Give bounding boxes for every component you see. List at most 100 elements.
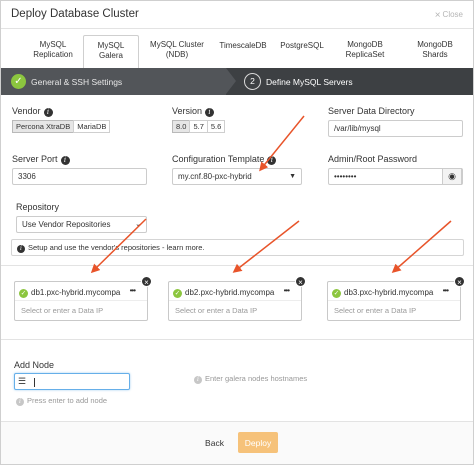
tab-mysql-replication[interactable]: MySQL Replication bbox=[23, 35, 83, 67]
check-icon: ✓ bbox=[173, 289, 182, 298]
repository-note-text[interactable]: Setup and use the vendor's repositories … bbox=[28, 243, 205, 252]
tab-mongodb-shards[interactable]: MongoDB Shards bbox=[409, 35, 461, 67]
close-icon: × bbox=[434, 10, 441, 21]
step-separator bbox=[226, 68, 236, 94]
config-template-select[interactable]: my.cnf.80-pxc-hybrid ▼ bbox=[172, 168, 302, 185]
database-tabs: MySQL Replication MySQL Galera MySQL Clu… bbox=[1, 35, 473, 69]
data-directory-label: Server Data Directory bbox=[328, 106, 415, 116]
version-label: Version i bbox=[172, 106, 215, 117]
info-icon[interactable]: i bbox=[267, 156, 277, 165]
add-node-hint-text: Press enter to add node bbox=[27, 396, 108, 405]
more-icon[interactable]: ••• bbox=[284, 286, 290, 295]
divider bbox=[328, 300, 460, 301]
tab-mongodb-replicaset[interactable]: MongoDB ReplicaSet bbox=[337, 35, 393, 67]
node-hostname: db2.pxc-hybrid.mycompa bbox=[185, 288, 275, 297]
version-option-56[interactable]: 5.6 bbox=[206, 120, 226, 133]
node-card-3: ✓ db3.pxc-hybrid.mycompa ••• Select or e… bbox=[327, 276, 465, 321]
text-caret bbox=[34, 378, 35, 387]
close-label: Close bbox=[442, 10, 463, 19]
tab-label: Shards bbox=[422, 50, 448, 59]
wizard-steps: ✓ General & SSH Settings 2 Define MySQL … bbox=[1, 68, 473, 95]
deploy-dialog: Deploy Database Cluster × Close MySQL Rep… bbox=[0, 0, 474, 465]
close-button[interactable]: × Close bbox=[435, 10, 463, 21]
more-icon[interactable]: ••• bbox=[130, 286, 136, 295]
version-option-80[interactable]: 8.0 bbox=[172, 120, 191, 133]
eye-icon[interactable]: ◉ bbox=[442, 168, 462, 185]
version-label-text: Version bbox=[172, 106, 203, 116]
dialog-footer: Back Deploy bbox=[1, 421, 473, 464]
add-node-label: Add Node bbox=[14, 360, 55, 370]
config-template-value: my.cnf.80-pxc-hybrid bbox=[178, 172, 252, 181]
tab-mysql-galera[interactable]: MySQL Galera bbox=[83, 35, 139, 69]
check-icon: ✓ bbox=[11, 74, 26, 89]
server-port-label: Server Port i bbox=[12, 154, 70, 165]
repository-select[interactable]: Use Vendor Repositories ⌄ bbox=[16, 216, 147, 233]
info-icon[interactable]: i bbox=[205, 108, 215, 117]
check-icon: ✓ bbox=[332, 289, 341, 298]
tab-label: MySQL bbox=[39, 40, 67, 49]
tab-label: (NDB) bbox=[165, 50, 189, 59]
repository-note: i Setup and use the vendor's repositories… bbox=[11, 239, 464, 256]
repository-value: Use Vendor Repositories bbox=[22, 220, 111, 229]
repository-label: Repository bbox=[16, 202, 60, 212]
vendor-selector: Percona XtraDB MariaDB bbox=[12, 120, 111, 133]
check-icon: ✓ bbox=[19, 289, 28, 298]
step-number: 2 bbox=[244, 73, 261, 90]
config-template-label: Configuration Template i bbox=[172, 154, 277, 165]
data-ip-input[interactable]: Select or enter a Data IP bbox=[21, 306, 103, 315]
tab-label: TimescaleDB bbox=[219, 41, 267, 50]
step-general-label: General & SSH Settings bbox=[31, 77, 123, 87]
deploy-button[interactable]: Deploy bbox=[238, 432, 278, 453]
info-icon[interactable]: i bbox=[43, 108, 53, 117]
server-port-label-text: Server Port bbox=[12, 154, 58, 164]
config-template-label-text: Configuration Template bbox=[172, 154, 265, 164]
version-option-57[interactable]: 5.7 bbox=[189, 120, 208, 133]
info-icon[interactable]: i bbox=[60, 156, 70, 165]
divider bbox=[15, 300, 147, 301]
divider bbox=[169, 300, 301, 301]
node-card-1: ✓ db1.pxc-hybrid.mycompa ••• Select or e… bbox=[14, 276, 152, 321]
tab-mysql-cluster[interactable]: MySQL Cluster (NDB) bbox=[144, 35, 210, 67]
vendor-option-percona[interactable]: Percona XtraDB bbox=[12, 120, 75, 133]
galera-hint: i Enter galera nodes hostnames bbox=[194, 374, 307, 384]
list-icon: ☰ bbox=[18, 376, 27, 386]
data-ip-input[interactable]: Select or enter a Data IP bbox=[334, 306, 416, 315]
admin-password-input[interactable]: •••••••• ◉ bbox=[328, 168, 463, 185]
info-icon: i bbox=[17, 245, 25, 253]
divider bbox=[1, 265, 473, 266]
server-port-input[interactable]: 3306 bbox=[12, 168, 147, 185]
add-node-input[interactable]: ☰ bbox=[14, 373, 130, 390]
password-value: •••••••• bbox=[334, 172, 357, 181]
more-icon[interactable]: ••• bbox=[443, 286, 449, 295]
galera-hint-text: Enter galera nodes hostnames bbox=[205, 374, 308, 383]
dialog-title: Deploy Database Cluster bbox=[11, 8, 139, 20]
data-ip-input[interactable]: Select or enter a Data IP bbox=[175, 306, 257, 315]
chevron-down-icon: ⌄ bbox=[135, 221, 141, 228]
node-hostname: db1.pxc-hybrid.mycompa bbox=[31, 288, 121, 297]
tab-label: Galera bbox=[98, 51, 123, 60]
node-hostname: db3.pxc-hybrid.mycompa bbox=[344, 288, 434, 297]
chevron-down-icon: ▼ bbox=[289, 173, 296, 180]
tab-postgresql[interactable]: PostgreSQL bbox=[275, 35, 329, 67]
add-node-hint: i Press enter to add node bbox=[16, 396, 107, 406]
tab-label: MongoDB bbox=[417, 40, 453, 49]
back-button[interactable]: Back bbox=[202, 433, 227, 453]
tab-label: PostgreSQL bbox=[280, 41, 324, 50]
admin-password-label: Admin/Root Password bbox=[328, 154, 418, 164]
remove-icon[interactable]: × bbox=[141, 276, 152, 287]
info-icon: i bbox=[194, 376, 202, 384]
tab-label: MongoDB bbox=[347, 40, 383, 49]
data-directory-input[interactable]: /var/lib/mysql bbox=[328, 120, 463, 137]
tab-label: ReplicaSet bbox=[345, 50, 385, 59]
version-selector: 8.0 5.7 5.6 bbox=[172, 120, 226, 133]
tab-label: MySQL bbox=[97, 41, 125, 50]
remove-icon[interactable]: × bbox=[295, 276, 306, 287]
dialog-header: Deploy Database Cluster × Close bbox=[1, 1, 473, 29]
info-icon: i bbox=[16, 398, 24, 406]
remove-icon[interactable]: × bbox=[454, 276, 465, 287]
tab-timescaledb[interactable]: TimescaleDB bbox=[215, 35, 271, 67]
tab-label: MySQL Cluster bbox=[150, 40, 204, 49]
vendor-option-mariadb[interactable]: MariaDB bbox=[73, 120, 111, 133]
node-card-2: ✓ db2.pxc-hybrid.mycompa ••• Select or e… bbox=[168, 276, 306, 321]
divider bbox=[1, 339, 473, 340]
